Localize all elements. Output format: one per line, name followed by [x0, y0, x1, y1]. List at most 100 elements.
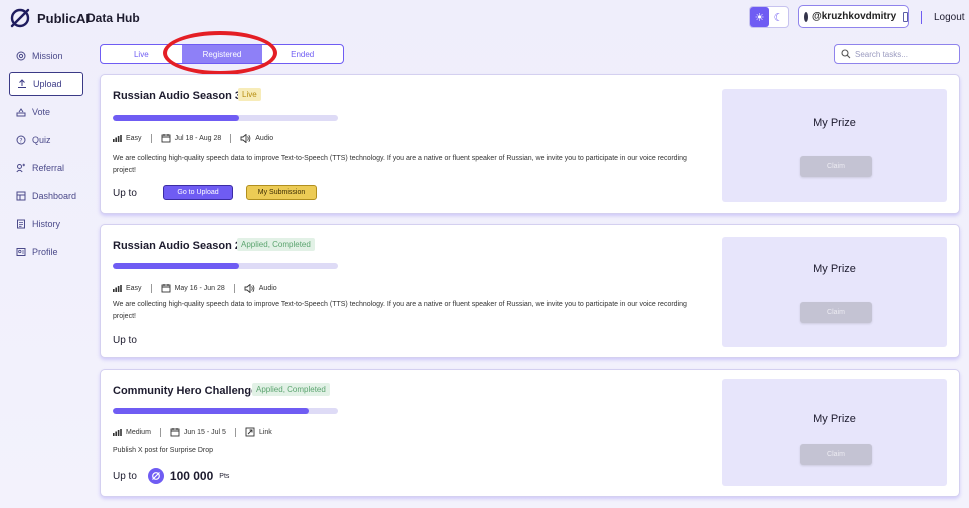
- meta-divider: [234, 427, 236, 437]
- task-card: Russian Audio Season 3 Live Easy Jul 18 …: [100, 74, 960, 214]
- progress-fill: [113, 263, 239, 269]
- sidebar-item-label: Dashboard: [32, 191, 77, 201]
- status-badge: Applied, Completed: [237, 238, 315, 251]
- task-title: Russian Audio Season 2: [113, 240, 241, 252]
- sidebar-item-history[interactable]: History: [9, 212, 83, 236]
- task-description: We are collecting high-quality speech da…: [113, 155, 687, 174]
- task-title: Community Hero Challenge: [113, 385, 258, 397]
- reward-value: 100 000: [169, 469, 214, 483]
- task-meta: Medium Jun 15 - Jul 5 Link: [113, 427, 272, 437]
- my-submission-button[interactable]: My Submission: [246, 185, 317, 200]
- sidebar-item-profile[interactable]: Profile: [9, 240, 83, 264]
- sidebar-item-label: Referral: [32, 163, 65, 173]
- logout-link[interactable]: Logout: [934, 12, 965, 23]
- sidebar-item-vote[interactable]: Vote: [9, 100, 83, 124]
- task-card: Russian Audio Season 2 Applied, Complete…: [100, 224, 960, 358]
- meta-divider: [230, 133, 232, 143]
- reward-label: Up to: [113, 335, 137, 346]
- vote-icon: [16, 108, 26, 117]
- task-type: Audio: [258, 284, 277, 292]
- sidebar-item-quiz[interactable]: ? Quiz: [9, 128, 83, 152]
- prize-panel: My Prize Claim: [722, 89, 947, 202]
- copy-icon[interactable]: [903, 11, 908, 22]
- reward-label: Up to: [113, 470, 137, 482]
- header: PublicAI Data Hub ☀ ☾ @kruzhkovdmitry Lo…: [0, 0, 969, 36]
- username: @kruzhkovdmitry: [811, 11, 897, 22]
- dashboard-icon: [16, 191, 26, 201]
- task-card: Community Hero Challenge Applied, Comple…: [100, 369, 960, 497]
- tab-registered[interactable]: Registered: [181, 45, 263, 63]
- search-icon: [841, 49, 851, 59]
- go-to-upload-button[interactable]: Go to Upload: [163, 185, 233, 200]
- claim-button[interactable]: Claim: [800, 156, 872, 177]
- signal-bars-icon: [113, 134, 122, 142]
- task-description: Publish X post for Surprise Drop: [113, 447, 213, 454]
- task-tabs: Live Registered Ended: [100, 44, 344, 64]
- prize-title: My Prize: [813, 413, 856, 425]
- calendar-icon: [161, 134, 171, 143]
- brand-name: PublicAI: [37, 11, 90, 26]
- publicai-logo-icon[interactable]: [9, 7, 31, 29]
- date-range: May 16 - Jun 28: [174, 284, 225, 292]
- search-box[interactable]: [834, 44, 960, 64]
- section-title: Data Hub: [87, 11, 140, 25]
- difficulty: Medium: [126, 428, 151, 436]
- claim-button[interactable]: Claim: [800, 302, 872, 323]
- reward-row: Up to 100 000 Pts: [113, 468, 229, 484]
- difficulty: Easy: [126, 134, 142, 142]
- moon-icon[interactable]: ☾: [769, 7, 788, 27]
- task-description: We are collecting high-quality speech da…: [113, 301, 687, 320]
- calendar-icon: [170, 428, 180, 437]
- sidebar-item-mission[interactable]: Mission: [9, 44, 83, 68]
- prize-panel: My Prize Claim: [722, 379, 947, 486]
- signal-bars-icon: [113, 428, 122, 436]
- sidebar-item-upload[interactable]: Upload: [9, 72, 83, 96]
- quiz-icon: ?: [16, 135, 26, 145]
- meta-divider: [159, 427, 161, 437]
- link-icon: [245, 427, 255, 437]
- search-input[interactable]: [855, 49, 955, 59]
- calendar-icon: [161, 284, 171, 293]
- sidebar-item-label: History: [32, 219, 61, 229]
- meta-divider: [233, 283, 235, 293]
- header-divider: [921, 11, 922, 24]
- task-type: Link: [258, 428, 272, 436]
- speaker-icon: [244, 283, 255, 293]
- signal-bars-icon: [113, 284, 122, 292]
- date-range: Jun 15 - Jul 5: [183, 428, 226, 436]
- sun-icon[interactable]: ☀: [750, 7, 769, 27]
- progress-fill: [113, 408, 309, 414]
- meta-divider: [150, 283, 152, 293]
- referral-icon: [16, 163, 25, 173]
- sidebar-item-label: Quiz: [32, 135, 51, 145]
- sidebar-item-dashboard[interactable]: Dashboard: [9, 184, 83, 208]
- progress-fill: [113, 115, 239, 121]
- history-icon: [17, 219, 25, 229]
- task-title: Russian Audio Season 3: [113, 90, 241, 102]
- tab-ended[interactable]: Ended: [262, 45, 343, 63]
- date-range: Jul 18 - Aug 28: [174, 134, 222, 142]
- claim-button[interactable]: Claim: [800, 444, 872, 465]
- prize-title: My Prize: [813, 263, 856, 275]
- status-badge: Live: [238, 88, 261, 101]
- tab-live[interactable]: Live: [101, 45, 182, 63]
- target-icon: [16, 51, 26, 61]
- sidebar-item-referral[interactable]: Referral: [9, 156, 83, 180]
- meta-divider: [150, 133, 152, 143]
- prize-panel: My Prize Claim: [722, 237, 947, 347]
- sidebar-item-label: Vote: [32, 107, 51, 117]
- upload-icon: [18, 79, 26, 88]
- reward-unit: Pts: [219, 472, 230, 480]
- reward-label: Up to: [113, 188, 137, 199]
- theme-toggle[interactable]: ☀ ☾: [749, 6, 789, 28]
- user-account-button[interactable]: @kruzhkovdmitry: [798, 5, 909, 28]
- task-meta: Easy Jul 18 - Aug 28 Audio: [113, 133, 273, 143]
- svg-text:?: ?: [19, 137, 22, 144]
- sidebar-item-label: Profile: [32, 247, 58, 257]
- avatar: [804, 11, 808, 22]
- prize-title: My Prize: [813, 117, 856, 129]
- task-type: Audio: [255, 134, 274, 142]
- sidebar-item-label: Mission: [32, 51, 63, 61]
- progress-bar: [113, 263, 338, 269]
- status-badge: Applied, Completed: [252, 383, 330, 396]
